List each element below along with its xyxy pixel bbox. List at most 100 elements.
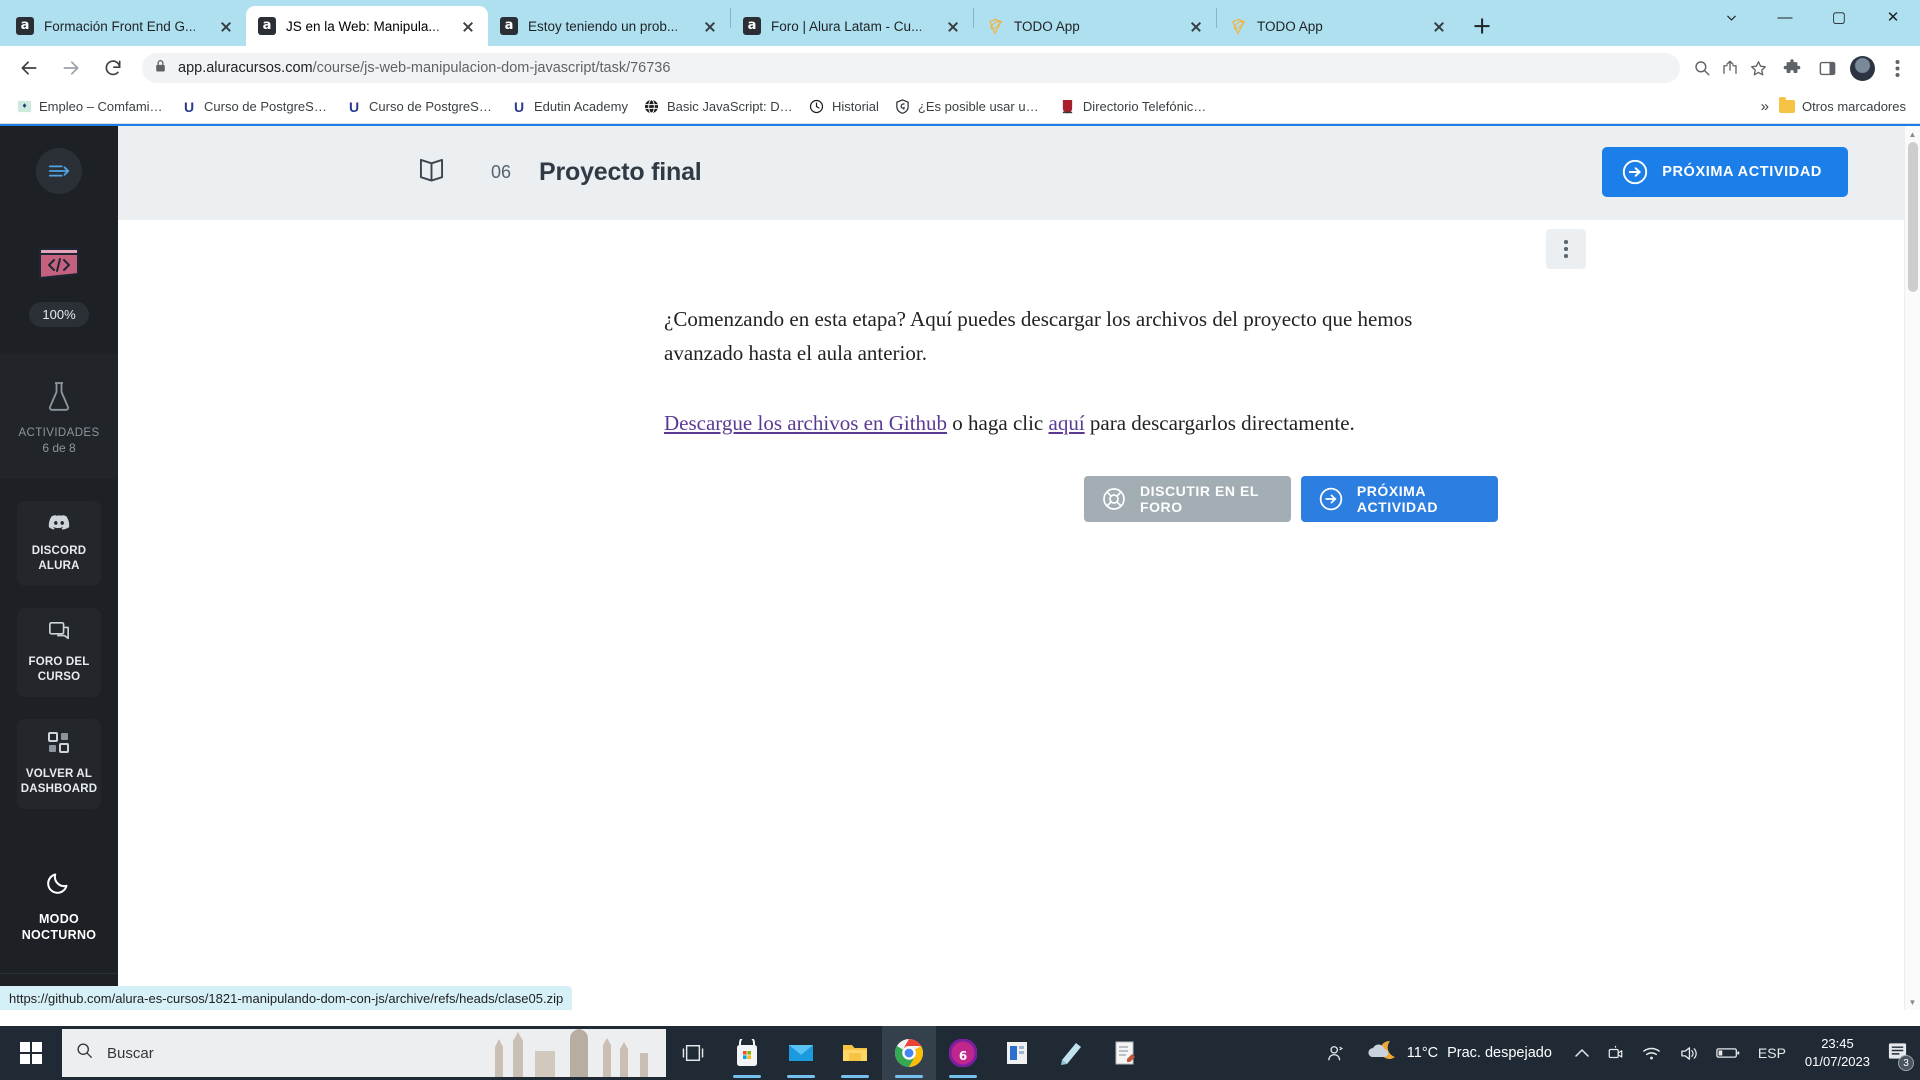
bookmark-item[interactable]: U Curso de PostgreSQL [173,94,338,120]
google-chrome-icon[interactable] [882,1026,936,1080]
lock-icon [154,59,167,78]
office-app-icon[interactable] [990,1026,1044,1080]
browser-tab[interactable]: a Estoy teniendo un prob... [488,6,730,46]
battery-icon[interactable] [1707,1046,1749,1060]
sidebar-item-discord[interactable]: DISCORD ALURA [17,501,101,587]
browser-window: a Formación Front End G... a JS en la We… [0,0,1920,1026]
avatar-icon[interactable] [1847,53,1877,83]
night-mode-toggle[interactable]: MODO NOCTURNO [0,867,118,944]
tab-strip: a Formación Front End G... a JS en la We… [0,0,1920,46]
sidebar-item-dashboard[interactable]: VOLVER AL DASHBOARD [17,719,101,809]
minimize-button[interactable]: — [1758,0,1812,34]
chrome-menu-chevron-icon[interactable] [1704,0,1758,34]
moon-icon [44,867,74,902]
camera-icon[interactable] [1598,1045,1633,1061]
back-button[interactable] [12,51,46,85]
new-tab-button[interactable] [1465,9,1499,43]
grid-squares-icon [48,732,70,759]
start-button[interactable] [0,1026,62,1080]
task-view-icon[interactable] [666,1026,720,1080]
tray-overflow-chevron-icon[interactable] [1566,1048,1598,1058]
tab-title: Formación Front End G... [44,18,197,34]
opera-gx-icon[interactable]: 6 [936,1026,990,1080]
sidebar-item-forum[interactable]: FORO DEL CURSO [17,608,101,698]
close-icon[interactable] [458,16,478,36]
open-book-icon [418,158,445,187]
paragraph-intro: ¿Comenzando en esta etapa? Aquí puedes d… [664,307,1413,366]
maximize-button[interactable]: ▢ [1812,0,1866,34]
browser-tab-active[interactable]: a JS en la Web: Manipula... [246,6,488,46]
people-icon[interactable] [1318,1044,1354,1062]
scroll-up-arrow-icon[interactable]: ▲ [1905,126,1920,142]
clock[interactable]: 23:45 01/07/2023 [1795,1035,1880,1070]
bookmark-label: ¿Es posible usar un e... [917,99,1044,114]
bookmark-item[interactable]: ¿Es posible usar un e... [887,94,1052,120]
alura-icon: a [16,17,34,35]
github-download-link[interactable]: Descargue los archivos en Github [664,411,947,435]
url-domain: app.aluracursos.com [178,60,313,76]
bookmark-item[interactable]: Basic JavaScript: Decl... [636,94,801,120]
bookmarks-bar: Empleo – Comfamilia... U Curso de Postgr… [0,90,1920,124]
side-panel-icon[interactable] [1812,53,1842,83]
three-dot-menu-icon[interactable] [1882,53,1912,83]
scrollbar-thumb[interactable] [1908,142,1918,292]
menu-arrow-icon [36,148,82,194]
browser-tab[interactable]: TODO App [974,6,1216,46]
mail-icon[interactable] [774,1026,828,1080]
browser-tab[interactable]: TODO App [1217,6,1459,46]
notes-app-icon[interactable] [1044,1026,1098,1080]
close-icon[interactable] [1186,16,1206,36]
page-viewport: 100% ACTIVIDADES 6 de 8 DISCORD ALURA FO… [0,124,1920,1010]
activities-section: ACTIVIDADES 6 de 8 [0,354,118,480]
close-window-button[interactable]: ✕ [1866,0,1920,34]
file-explorer-icon[interactable] [828,1026,882,1080]
vertical-dots-icon[interactable] [1546,229,1586,269]
alura-icon: a [743,17,761,35]
sidebar-item-label: VOLVER AL DASHBOARD [20,768,98,796]
search-placeholder: Buscar [107,1044,154,1062]
code-window-icon [36,245,82,290]
bookmarks-overflow-button[interactable]: » [1751,98,1779,115]
direct-download-link[interactable]: aquí [1049,411,1085,435]
other-bookmarks-folder[interactable]: Otros marcadores [1778,97,1912,114]
search-magnifier-icon[interactable] [1688,54,1716,82]
volume-icon[interactable] [1670,1045,1707,1062]
arrow-right-circle-icon [1319,487,1343,511]
browser-tab[interactable]: a Formación Front End G... [4,6,246,46]
crest-icon [1060,99,1076,115]
language-indicator[interactable]: ESP [1749,1045,1795,1061]
browser-tab[interactable]: a Foro | Alura Latam - Cu... [731,6,973,46]
close-icon[interactable] [943,16,963,36]
microsoft-store-icon[interactable] [720,1026,774,1080]
alura-icon: a [500,17,518,35]
bookmark-item-historial[interactable]: Historial [801,94,887,120]
next-activity-button-top[interactable]: PRÓXIMA ACTIVIDAD [1602,147,1848,197]
arrow-right-circle-icon [1622,159,1648,185]
scroll-down-arrow-icon[interactable]: ▼ [1905,994,1920,1010]
address-bar[interactable]: app.aluracursos.com/course/js-web-manipu… [142,53,1680,83]
tab-title: Foro | Alura Latam - Cu... [771,18,923,34]
bookmark-item[interactable]: U Edutin Academy [503,94,636,120]
notification-center-button[interactable]: 3 [1880,1026,1914,1080]
page-scrollbar[interactable]: ▲ ▼ [1904,126,1920,1010]
sidebar-toggle[interactable] [0,124,118,218]
close-icon[interactable] [700,16,720,36]
bookmark-item[interactable]: Empleo – Comfamilia... [8,94,173,120]
bookmark-item[interactable]: U Curso de PostgreSQL... [338,94,503,120]
bookmark-item[interactable]: Directorio Telefónico... [1052,94,1217,120]
puzzle-icon[interactable] [1777,53,1807,83]
next-activity-button[interactable]: PRÓXIMA ACTIVIDAD [1300,476,1498,523]
task-body: ¿Comenzando en esta etapa? Aquí puedes d… [118,220,1920,1010]
forward-button[interactable] [54,51,88,85]
taskbar-search[interactable]: Buscar [62,1029,666,1077]
star-icon[interactable] [1744,54,1772,82]
svg-text:6: 6 [959,1049,967,1063]
weather-widget[interactable]: 11°C Prac. despejado [1354,1038,1566,1069]
reload-button[interactable] [96,51,130,85]
discuss-forum-button[interactable]: DISCUTIR EN EL FORO [1084,476,1291,523]
close-icon[interactable] [1429,16,1449,36]
editor-app-icon[interactable] [1098,1026,1152,1080]
share-icon[interactable] [1716,54,1744,82]
wifi-icon[interactable] [1633,1045,1670,1061]
close-icon[interactable] [216,16,236,36]
